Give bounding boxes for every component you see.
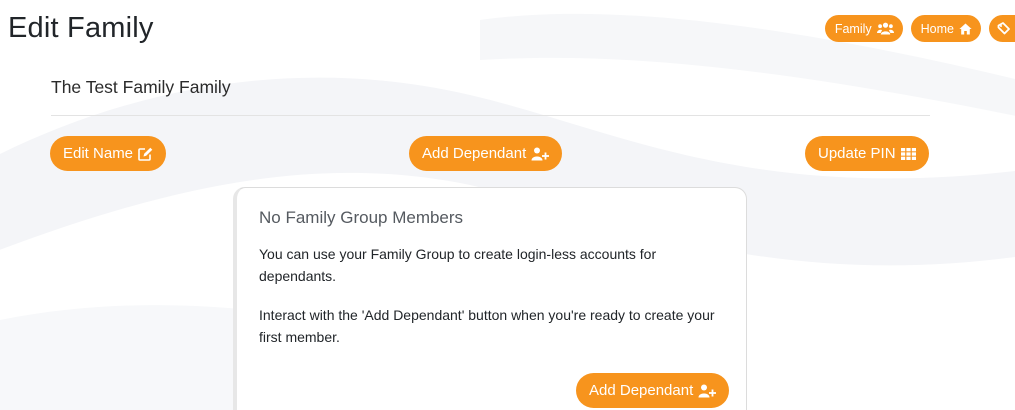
users-icon — [876, 22, 894, 35]
tag-icon — [997, 22, 1010, 35]
card-add-dependant-label: Add Dependant — [589, 382, 694, 399]
user-plus-icon — [698, 384, 717, 398]
home-nav-button[interactable]: Home — [910, 15, 981, 42]
empty-state-instructions: Interact with the 'Add Dependant' button… — [259, 307, 715, 345]
family-nav-button[interactable]: Family — [824, 15, 903, 42]
edit-icon — [138, 147, 153, 161]
update-pin-label: Update PIN — [818, 145, 896, 162]
empty-state-card: No Family Group Members You can use your… — [233, 187, 747, 410]
empty-state-title: No Family Group Members — [259, 208, 464, 227]
user-plus-icon — [531, 147, 550, 161]
card-add-dependant-button[interactable]: Add Dependant — [576, 373, 730, 408]
home-icon — [959, 23, 972, 35]
add-dependant-label: Add Dependant — [422, 145, 527, 162]
divider — [51, 115, 930, 116]
update-pin-button[interactable]: Update PIN — [805, 136, 929, 171]
tag-nav-button[interactable] — [989, 15, 1015, 42]
keypad-icon — [900, 147, 916, 160]
empty-state-description: You can use your Family Group to create … — [259, 246, 657, 284]
page: Edit Family Family Home The Test Family … — [0, 0, 1015, 410]
top-nav: Family Home — [824, 15, 1015, 42]
edit-name-label: Edit Name — [63, 145, 134, 162]
family-nav-label: Family — [834, 21, 872, 36]
add-dependant-button[interactable]: Add Dependant — [409, 136, 563, 171]
page-title: Edit Family — [8, 12, 154, 44]
edit-name-button[interactable]: Edit Name — [50, 136, 167, 171]
home-nav-label: Home — [920, 21, 954, 36]
family-name: The Test Family Family — [51, 77, 231, 97]
